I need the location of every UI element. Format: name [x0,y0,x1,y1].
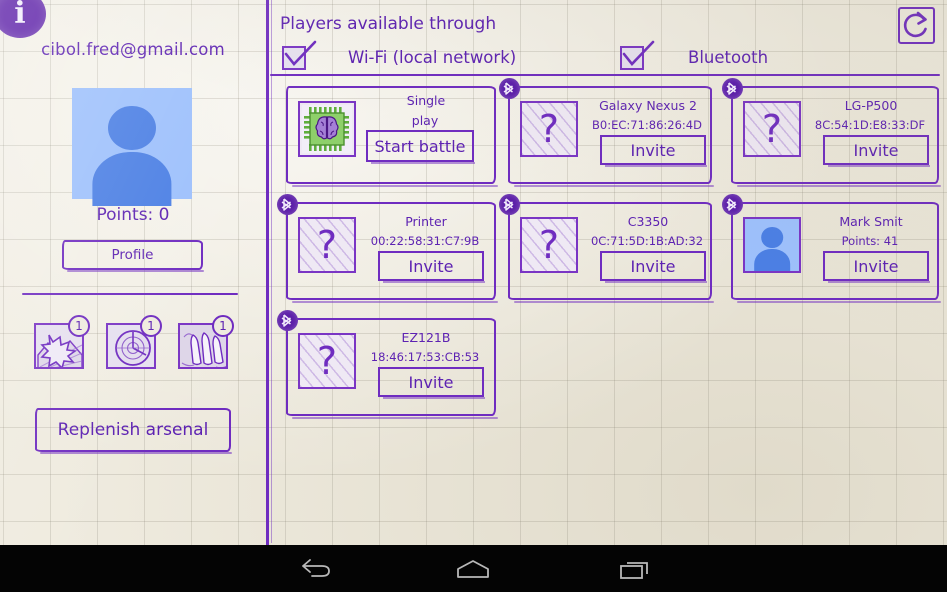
android-navigation-bar [0,545,947,592]
question-mark-glyph: ? [300,335,354,387]
card-title: Galaxy Nexus 2 [588,98,708,113]
cpu-brain-icon [298,101,356,157]
start-battle-button[interactable]: Start battle [366,130,474,162]
invite-label: Invite [825,253,927,279]
invite-button[interactable]: Invite [823,251,929,281]
invite-button[interactable]: Invite [600,135,706,165]
refresh-button[interactable] [898,7,935,44]
unknown-device-icon: ? [298,333,356,389]
arsenal-items: 1 1 [30,315,240,377]
column-separator [266,0,269,545]
question-mark-glyph: ? [522,103,576,155]
recent-apps-icon [618,557,652,581]
profile-button[interactable]: Profile [62,240,203,270]
invite-button[interactable]: Invite [378,367,484,397]
invite-button[interactable]: Invite [823,135,929,165]
arsenal-item-bomb[interactable]: 1 [34,323,88,371]
start-battle-label: Start battle [368,132,472,160]
user-avatar-placeholder-icon [72,88,192,199]
question-mark-glyph: ? [745,103,799,155]
invite-label: Invite [380,369,482,395]
checkbox-checked-icon[interactable] [620,46,644,70]
bluetooth-icon [277,194,298,215]
home-icon [454,558,492,580]
card-galaxy-nexus-2[interactable]: ? Galaxy Nexus 2 B0:EC:71:86:26:4D Invit… [508,86,712,184]
arsenal-item-count: 1 [140,315,162,337]
card-subtitle: 8C:54:1D:E8:33:DF [803,118,937,132]
card-single-play[interactable]: Single play Start battle [286,86,496,184]
arsenal-item-count: 1 [68,315,90,337]
sidebar-divider [22,293,238,295]
bluetooth-icon [722,194,743,215]
question-mark-glyph: ? [522,219,576,271]
card-subtitle: play [358,113,492,128]
invite-label: Invite [602,253,704,279]
card-title: Printer [366,214,486,229]
bluetooth-icon [722,78,743,99]
card-title: Mark Smit [811,214,931,229]
replenish-arsenal-button[interactable]: Replenish arsenal [35,408,231,452]
card-title: EZ121B [366,330,486,345]
recent-apps-button[interactable] [575,545,695,592]
avatar[interactable] [72,88,192,199]
card-subtitle: B0:EC:71:86:26:4D [580,118,714,132]
card-c3350[interactable]: ? C3350 0C:71:5D:1B:AD:32 Invite [508,202,712,300]
column-separator-shadow [271,0,272,543]
arsenal-item-count: 1 [212,315,234,337]
unknown-device-icon: ? [743,101,801,157]
card-ez121b[interactable]: ? EZ121B 18:46:17:53:CB:53 Invite [286,318,496,416]
replenish-arsenal-label: Replenish arsenal [37,410,229,450]
card-subtitle: 18:46:17:53:CB:53 [358,350,492,364]
app-root: i cibol.fred@gmail.com Points: 0 Profile [0,0,947,592]
filter-wifi-label: Wi-Fi (local network) [348,48,516,67]
invite-label: Invite [380,253,482,279]
points-label: Points: 0 [0,205,266,225]
arsenal-item-radar[interactable]: 1 [106,323,160,371]
paper-canvas: i cibol.fred@gmail.com Points: 0 Profile [0,0,947,545]
filter-bluetooth-label: Bluetooth [688,48,768,67]
user-avatar-placeholder-icon [743,217,801,273]
arsenal-item-missiles[interactable]: 1 [178,323,232,371]
bluetooth-icon [499,194,520,215]
checkbox-checked-icon[interactable] [282,46,306,70]
card-subtitle: Points: 41 [803,234,937,248]
card-subtitle: 00:22:58:31:C7:9B [358,234,492,248]
sidebar: i cibol.fred@gmail.com Points: 0 Profile [0,0,266,545]
question-mark-glyph: ? [300,219,354,271]
invite-label: Invite [825,137,927,163]
home-button[interactable] [413,545,533,592]
card-lg-p500[interactable]: ? LG-P500 8C:54:1D:E8:33:DF Invite [731,86,939,184]
info-icon-glyph: i [0,0,46,29]
unknown-device-icon: ? [520,101,578,157]
card-title: C3350 [588,214,708,229]
info-icon[interactable]: i [0,0,46,38]
invite-label: Invite [602,137,704,163]
unknown-device-icon: ? [520,217,578,273]
card-title: LG-P500 [811,98,931,113]
account-email: cibol.fred@gmail.com [0,40,266,59]
card-subtitle: 0C:71:5D:1B:AD:32 [580,234,714,248]
header-rule [270,74,940,76]
bluetooth-icon [277,310,298,331]
card-printer[interactable]: ? Printer 00:22:58:31:C7:9B Invite [286,202,496,300]
back-button[interactable] [255,545,375,592]
panel-title: Players available through [280,14,496,34]
invite-button[interactable]: Invite [378,251,484,281]
unknown-device-icon: ? [298,217,356,273]
back-arrow-icon [298,558,332,580]
profile-button-label: Profile [64,242,201,268]
card-mark-smit[interactable]: Mark Smit Points: 41 Invite [731,202,939,300]
bluetooth-icon [499,78,520,99]
card-title: Single [366,93,486,108]
refresh-icon [900,9,933,42]
invite-button[interactable]: Invite [600,251,706,281]
